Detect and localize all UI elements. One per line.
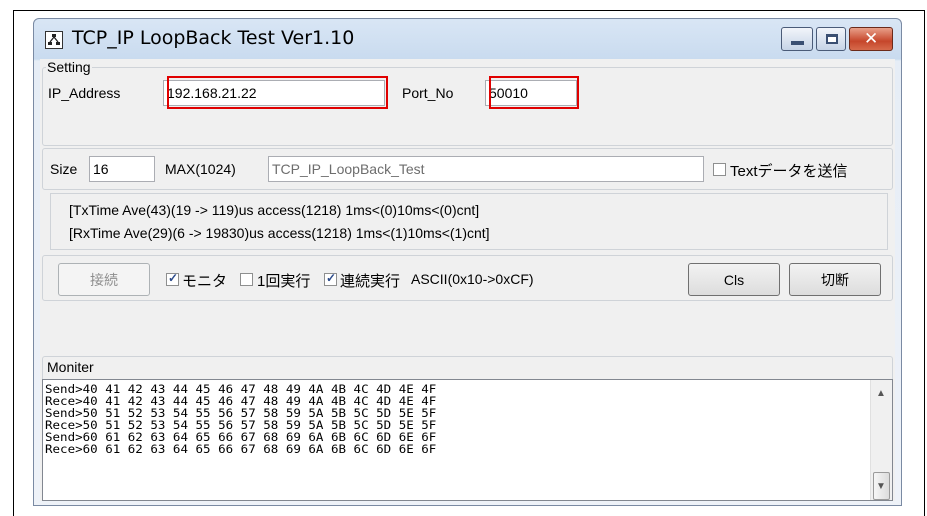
maximize-button[interactable]	[816, 27, 846, 51]
title-bar[interactable]: TCP_IP LoopBack Test Ver1.10 ✕	[34, 19, 901, 59]
max-label: MAX(1024)	[165, 161, 236, 177]
ip-address-label: IP_Address	[48, 85, 121, 101]
log-line: Rece>40 41 42 43 44 45 46 47 48 49 4A 4B…	[45, 394, 437, 408]
maximize-icon	[826, 34, 838, 44]
monitor-scrollbar[interactable]: ▲ ▼	[870, 380, 892, 500]
once-label: 1回実行	[257, 273, 311, 290]
minimize-button[interactable]	[781, 27, 813, 51]
send-text-checkbox[interactable]	[713, 163, 726, 176]
log-line: Send>40 41 42 43 44 45 46 47 48 49 4A 4B…	[45, 382, 437, 396]
close-icon: ✕	[864, 29, 879, 49]
minimize-icon	[791, 41, 804, 45]
network-icon	[45, 31, 63, 49]
log-line: Send>60 61 62 63 64 65 66 67 68 69 6A 6B…	[45, 430, 437, 444]
check-icon: ✓	[326, 271, 337, 285]
port-label: Port_No	[402, 85, 454, 101]
scroll-up-arrow-icon[interactable]: ▲	[876, 388, 886, 399]
log-line: Send>50 51 52 53 54 55 56 57 58 59 5A 5B…	[45, 406, 437, 420]
size-label: Size	[50, 161, 78, 177]
client-area: Setting IP_Address 192.168.21.22 Port_No…	[40, 59, 895, 501]
log-line: Rece>60 61 62 63 64 65 66 67 68 69 6A 6B…	[45, 442, 437, 456]
monitor-checkbox[interactable]: ✓	[166, 271, 179, 286]
stats-box: [TxTime Ave(43)(19 -> 119)us access(1218…	[50, 193, 888, 250]
monitor-label: モニタ	[182, 273, 228, 290]
rx-time-stats: [RxTime Ave(29)(6 -> 19830)us access(121…	[69, 225, 490, 241]
tx-time-stats: [TxTime Ave(43)(19 -> 119)us access(1218…	[69, 202, 480, 218]
ip-highlight-box	[167, 76, 388, 109]
continuous-label: 連続実行	[340, 273, 401, 290]
once-checkbox[interactable]	[240, 273, 253, 286]
app-window: TCP_IP LoopBack Test Ver1.10 ✕ Setting I…	[33, 18, 902, 506]
window-title: TCP_IP LoopBack Test Ver1.10	[72, 27, 355, 49]
check-icon: ✓	[168, 271, 179, 285]
continuous-checkbox[interactable]: ✓	[324, 271, 337, 286]
payload-text-input[interactable]: TCP_IP_LoopBack_Test	[268, 156, 704, 182]
setting-group-label: Setting	[46, 59, 92, 75]
close-button[interactable]: ✕	[849, 27, 893, 51]
cls-button[interactable]: Cls	[688, 263, 780, 296]
log-line: Rece>50 51 52 53 54 55 56 57 58 59 5A 5B…	[45, 418, 437, 432]
send-text-label: Textデータを送信	[730, 163, 848, 180]
connect-button[interactable]: 接続	[58, 263, 150, 296]
port-highlight-box	[489, 76, 579, 109]
scroll-down-arrow-icon[interactable]: ▼	[876, 481, 886, 492]
disconnect-button[interactable]: 切断	[789, 263, 881, 296]
monitor-log[interactable]: Send>40 41 42 43 44 45 46 47 48 49 4A 4B…	[42, 379, 893, 501]
ascii-range-label: ASCII(0x10->0xCF)	[411, 271, 534, 287]
size-input[interactable]: 16	[89, 156, 155, 182]
